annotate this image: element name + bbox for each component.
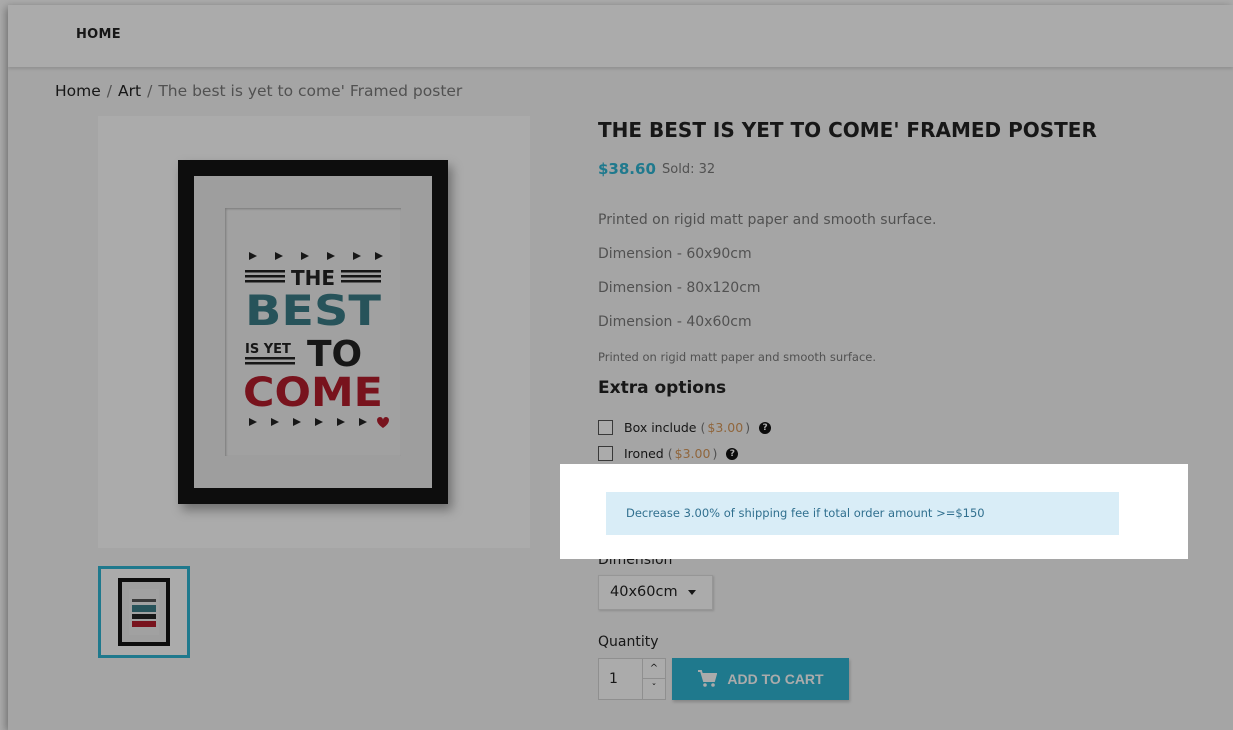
breadcrumb-art[interactable]: Art: [118, 82, 141, 100]
option-label: Box include: [624, 420, 697, 435]
product-cover-image[interactable]: THE BEST IS YET TO COME: [98, 116, 530, 548]
extra-options-title: Extra options: [598, 378, 727, 398]
cart-icon: [698, 670, 718, 687]
quantity-spinner: ^ ˇ: [642, 659, 665, 699]
nav-home-link[interactable]: HOME: [76, 27, 121, 42]
sold-count: Sold: 32: [662, 162, 716, 177]
breadcrumb-separator: /: [147, 82, 153, 100]
breadcrumb-home[interactable]: Home: [55, 82, 101, 100]
dimension-select[interactable]: 40x60cm: [598, 575, 713, 610]
product-thumbnail[interactable]: [98, 566, 190, 658]
shipping-discount-alert: Decrease 3.00% of shipping fee if total …: [606, 492, 1119, 535]
product-title: THE BEST IS YET TO COME' FRAMED POSTER: [598, 118, 1097, 142]
product-description-line: Printed on rigid matt paper and smooth s…: [598, 212, 937, 228]
paren-close: ): [712, 446, 718, 461]
add-to-cart-label: ADD TO CART: [727, 671, 824, 687]
poster-frame: THE BEST IS YET TO COME: [178, 160, 448, 504]
caret-down-icon: [688, 590, 696, 595]
product-description-short: Printed on rigid matt paper and smooth s…: [598, 350, 877, 364]
paren-close: ): [745, 420, 751, 435]
poster-mat: THE BEST IS YET TO COME: [194, 176, 432, 488]
thumbnail-image: [118, 578, 170, 646]
top-navigation: HOME: [8, 5, 1233, 67]
poster-text-best: BEST: [245, 286, 381, 335]
poster-text-come: COME: [243, 370, 383, 416]
poster-graphic: THE BEST IS YET TO COME: [243, 252, 389, 428]
option-price: $3.00: [674, 446, 711, 461]
option-price: $3.00: [707, 420, 744, 435]
help-icon[interactable]: ?: [726, 447, 739, 460]
quantity-stepper[interactable]: 1 ^ ˇ: [598, 658, 666, 700]
poster-text-is-yet: IS YET: [245, 342, 291, 357]
product-description-line: Dimension - 40x60cm: [598, 314, 752, 330]
ironed-checkbox[interactable]: [598, 446, 613, 461]
box-include-checkbox[interactable]: [598, 420, 613, 435]
help-icon[interactable]: ?: [759, 421, 772, 434]
dimension-selected-value: 40x60cm: [610, 584, 678, 600]
product-description-line: Dimension - 60x90cm: [598, 246, 752, 262]
breadcrumb: Home / Art / The best is yet to come' Framed…: [55, 82, 462, 100]
quantity-label: Quantity: [598, 634, 659, 650]
chevron-up-icon[interactable]: ^: [643, 659, 665, 679]
product-price: $38.60: [598, 160, 656, 178]
poster-artwork: THE BEST IS YET TO COME: [225, 208, 401, 456]
extra-option-box-include[interactable]: Box include ($3.00) ?: [598, 420, 772, 435]
breadcrumb-current: The best is yet to come' Framed poster: [158, 82, 463, 100]
chevron-down-icon[interactable]: ˇ: [643, 679, 665, 698]
extra-option-ironed[interactable]: Ironed ($3.00) ?: [598, 446, 739, 461]
paren-open: (: [667, 446, 673, 461]
quantity-input[interactable]: 1: [609, 671, 618, 687]
paren-open: (: [700, 420, 706, 435]
option-label: Ironed: [624, 446, 664, 461]
breadcrumb-separator: /: [106, 82, 113, 100]
product-description-line: Dimension - 80x120cm: [598, 280, 761, 296]
poster-text-to: TO: [307, 334, 362, 375]
add-to-cart-button[interactable]: ADD TO CART: [672, 658, 849, 700]
highlight-popup: Decrease 3.00% of shipping fee if total …: [560, 464, 1188, 559]
